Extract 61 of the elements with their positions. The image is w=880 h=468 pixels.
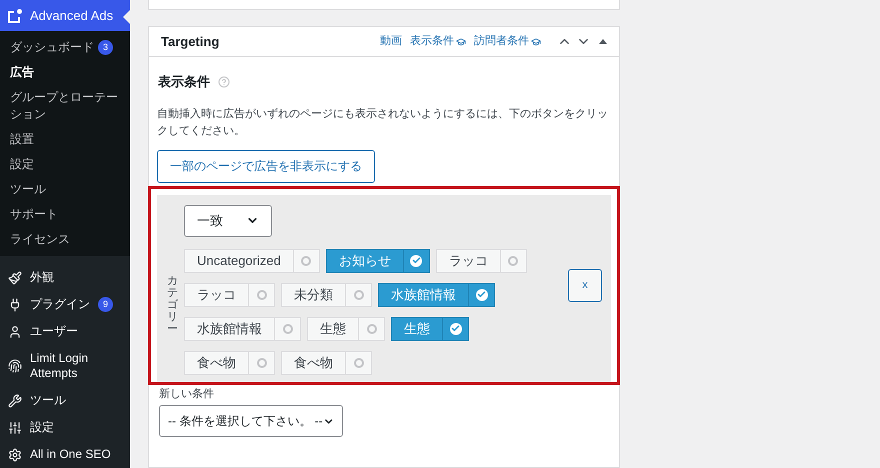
category-toggle[interactable]: 生態 xyxy=(307,316,385,340)
collapse-icon[interactable] xyxy=(599,39,607,44)
category-toggle[interactable]: Uncategorized xyxy=(184,248,320,272)
category-toggle[interactable]: 食べ物 xyxy=(281,350,372,374)
user-icon xyxy=(8,324,22,338)
category-toggle[interactable]: ラッコ xyxy=(436,248,527,272)
menu-item[interactable]: All in One SEO xyxy=(0,441,130,468)
menu-item[interactable]: 設定 xyxy=(0,414,130,441)
plug-icon xyxy=(8,298,22,312)
header-link[interactable]: 訪問者条件 xyxy=(474,33,541,50)
header-link[interactable]: 動画 xyxy=(380,33,402,50)
submenu-item[interactable]: 設置 xyxy=(0,127,130,152)
description-text: 自動挿入時に広告がいずれのページにも表示されないようにするには、下のボタンをクリックしてください。 xyxy=(157,106,609,138)
submenu-item[interactable]: ライセンス xyxy=(0,227,130,252)
menu-item[interactable]: 外観 xyxy=(0,264,130,291)
category-toggle[interactable]: 食べ物 xyxy=(184,350,275,374)
condition-type-select[interactable]: -- 条件を選択して下さい。 -- xyxy=(159,405,343,437)
condition-label: カテゴリー xyxy=(167,274,178,336)
submenu-item[interactable]: サポート xyxy=(0,202,130,227)
check-icon xyxy=(476,288,488,300)
category-toggle[interactable]: 未分類 xyxy=(281,282,372,306)
paintbrush-icon xyxy=(8,270,22,284)
operator-select[interactable]: 一致 xyxy=(184,204,272,236)
fingerprint-icon xyxy=(8,359,22,373)
menu-label: ユーザー xyxy=(30,324,78,339)
menu-label: All in One SEO xyxy=(30,447,111,462)
menu-label: 外観 xyxy=(30,270,54,285)
header-link[interactable]: 表示条件 xyxy=(410,33,466,50)
panel-title: Targeting xyxy=(161,32,220,51)
new-condition-label: 新しい条件 xyxy=(159,386,215,402)
menu-item[interactable]: プラグイン 9 xyxy=(0,291,130,318)
section-title: 表示条件 xyxy=(158,73,210,91)
submenu-item[interactable]: 設定 xyxy=(0,152,130,177)
current-indicator-icon xyxy=(123,10,130,24)
submenu-item[interactable]: ダッシュボード 3 xyxy=(0,35,130,60)
plugin-logo-icon xyxy=(8,8,22,22)
wrench-icon xyxy=(8,394,22,408)
submenu-item[interactable]: ツール xyxy=(0,177,130,202)
count-badge: 3 xyxy=(98,40,113,55)
menu-label: Limit Login Attempts xyxy=(30,351,90,381)
check-icon xyxy=(410,254,422,266)
graduation-cap-icon xyxy=(456,36,466,46)
menu-label: ツール xyxy=(30,393,66,408)
hide-ad-button[interactable]: 一部のページで広告を非表示にする xyxy=(157,150,375,182)
menu-item[interactable]: ユーザー xyxy=(0,318,130,345)
graduation-cap-icon xyxy=(531,36,541,46)
sliders-icon xyxy=(8,420,22,434)
check-icon xyxy=(450,322,462,334)
count-badge: 9 xyxy=(98,297,113,312)
submenu-item[interactable]: 広告 xyxy=(0,60,130,85)
plugin-menu-label: Advanced Ads xyxy=(30,6,114,25)
menu-label: 設定 xyxy=(30,420,54,435)
plugin-menu-item[interactable]: Advanced Ads xyxy=(0,0,130,31)
gear-icon xyxy=(8,448,22,462)
menu-label: プラグイン xyxy=(30,297,90,312)
category-toggle[interactable]: ラッコ xyxy=(184,282,275,306)
menu-item[interactable]: Limit Login Attempts xyxy=(0,345,130,387)
remove-condition-button[interactable]: x xyxy=(568,268,602,302)
menu-item[interactable]: ツール xyxy=(0,387,130,414)
submenu-item[interactable]: グループとローテーション xyxy=(0,85,130,127)
category-toggle[interactable]: 水族館情報 xyxy=(184,316,301,340)
